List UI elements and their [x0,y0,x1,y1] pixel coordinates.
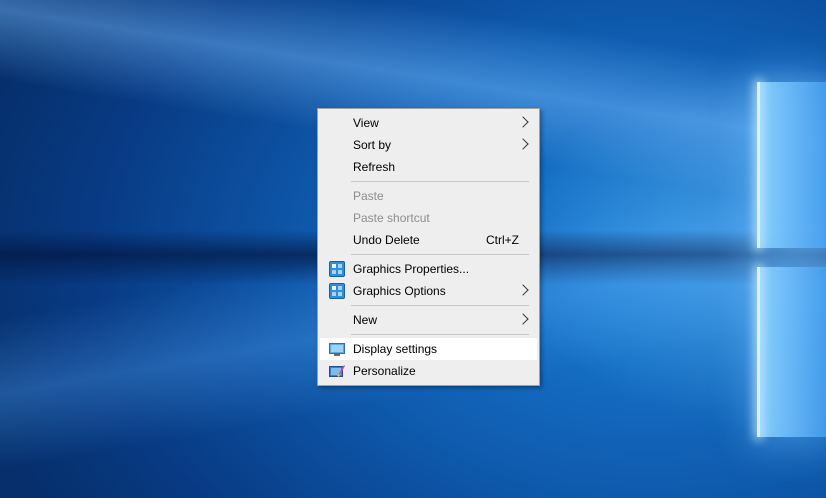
menu-item-label: View [353,116,379,130]
menu-item-display-settings[interactable]: Display settings [320,338,537,360]
personalize-icon [329,365,345,377]
windows-logo-edge [757,82,760,248]
menu-item-new[interactable]: New [320,309,537,331]
keyboard-shortcut: Ctrl+Z [486,233,519,247]
menu-item-label: New [353,313,378,327]
chevron-right-icon [517,138,529,150]
chevron-right-icon [517,284,529,296]
menu-item-paste: Paste [320,185,537,207]
menu-item-graphics-properties[interactable]: Graphics Properties... [320,258,537,280]
windows-logo-edge [757,267,760,437]
intel-graphics-icon [329,261,345,277]
menu-separator [351,181,529,182]
windows-logo-pane [760,267,826,437]
menu-item-undo-delete[interactable]: Undo Delete Ctrl+Z [320,229,537,251]
menu-item-label: Display settings [353,342,438,356]
intel-graphics-icon [329,283,345,299]
menu-item-paste-shortcut: Paste shortcut [320,207,537,229]
menu-item-label: Paste shortcut [353,211,430,225]
menu-item-refresh[interactable]: Refresh [320,156,537,178]
windows-logo-pane [760,82,826,248]
menu-separator [351,254,529,255]
monitor-icon [329,343,345,356]
menu-item-label: Undo Delete [353,233,420,247]
chevron-right-icon [517,116,529,128]
menu-separator [351,305,529,306]
menu-separator [351,334,529,335]
menu-item-graphics-options[interactable]: Graphics Options [320,280,537,302]
menu-item-label: Graphics Properties... [353,262,470,276]
desktop-context-menu: View Sort by Refresh Paste Paste shortcu… [317,108,540,386]
menu-item-sort-by[interactable]: Sort by [320,134,537,156]
menu-item-label: Sort by [353,138,392,152]
menu-item-label: Graphics Options [353,284,446,298]
menu-item-label: Refresh [353,160,396,174]
menu-item-view[interactable]: View [320,112,537,134]
menu-item-label: Paste [353,189,384,203]
menu-item-label: Personalize [353,364,416,378]
menu-item-personalize[interactable]: Personalize [320,360,537,382]
chevron-right-icon [517,313,529,325]
